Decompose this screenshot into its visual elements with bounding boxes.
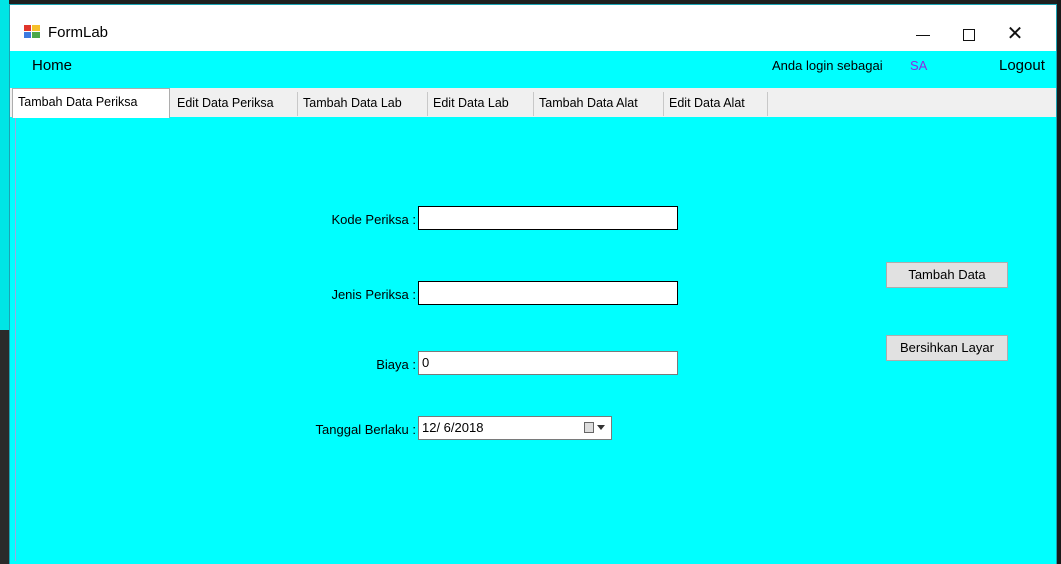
tab-strip: Tambah Data Periksa Edit Data Periksa Ta… xyxy=(10,88,1056,118)
app-icon xyxy=(24,25,40,38)
close-icon: ✕ xyxy=(1006,23,1024,45)
close-button[interactable]: ✕ xyxy=(992,17,1038,51)
tanggal-berlaku-value: 12/ 6/2018 xyxy=(422,420,484,435)
tab-page-tambah-data-periksa: Kode Periksa : Jenis Periksa : Biaya : 0… xyxy=(15,117,1054,561)
tab-edit-data-lab[interactable]: Edit Data Lab xyxy=(428,92,534,116)
formlab-window: FormLab ✕ Home Anda login sebagai SA Log… xyxy=(9,4,1057,564)
login-username: SA xyxy=(910,58,928,73)
maximize-button[interactable] xyxy=(946,17,992,51)
menu-logout[interactable]: Logout xyxy=(999,57,1045,74)
window-title: FormLab xyxy=(48,24,109,41)
kode-periksa-label: Kode Periksa : xyxy=(331,212,416,227)
login-label: Anda login sebagai xyxy=(772,58,883,73)
tab-edit-data-periksa[interactable]: Edit Data Periksa xyxy=(172,92,298,116)
tambah-data-button[interactable]: Tambah Data xyxy=(886,262,1008,288)
title-bar[interactable]: FormLab ✕ xyxy=(10,5,1056,51)
bersihkan-layar-button[interactable]: Bersihkan Layar xyxy=(886,335,1008,361)
menu-bar: Home Anda login sebagai SA Logout xyxy=(10,51,1056,81)
menu-home[interactable]: Home xyxy=(32,57,72,74)
biaya-input[interactable]: 0 xyxy=(418,351,678,375)
desktop-edge-right xyxy=(1057,0,1061,564)
biaya-label: Biaya : xyxy=(376,357,416,372)
kode-periksa-input[interactable] xyxy=(418,206,678,230)
jenis-periksa-label: Jenis Periksa : xyxy=(331,287,416,302)
tab-tambah-data-lab[interactable]: Tambah Data Lab xyxy=(298,92,428,116)
minimize-button[interactable] xyxy=(900,17,946,51)
minimize-icon xyxy=(916,34,930,36)
maximize-icon xyxy=(963,29,975,42)
tab-tambah-data-periksa[interactable]: Tambah Data Periksa xyxy=(12,88,170,118)
tanggal-berlaku-datepicker[interactable]: 12/ 6/2018 xyxy=(418,416,612,440)
tanggal-berlaku-label: Tanggal Berlaku : xyxy=(315,422,416,437)
desktop-edge-left-dark xyxy=(0,330,9,564)
tab-edit-data-alat[interactable]: Edit Data Alat xyxy=(664,92,768,116)
calendar-dropdown-icon[interactable] xyxy=(584,422,606,434)
jenis-periksa-input[interactable] xyxy=(418,281,678,305)
tab-tambah-data-alat[interactable]: Tambah Data Alat xyxy=(534,92,664,116)
